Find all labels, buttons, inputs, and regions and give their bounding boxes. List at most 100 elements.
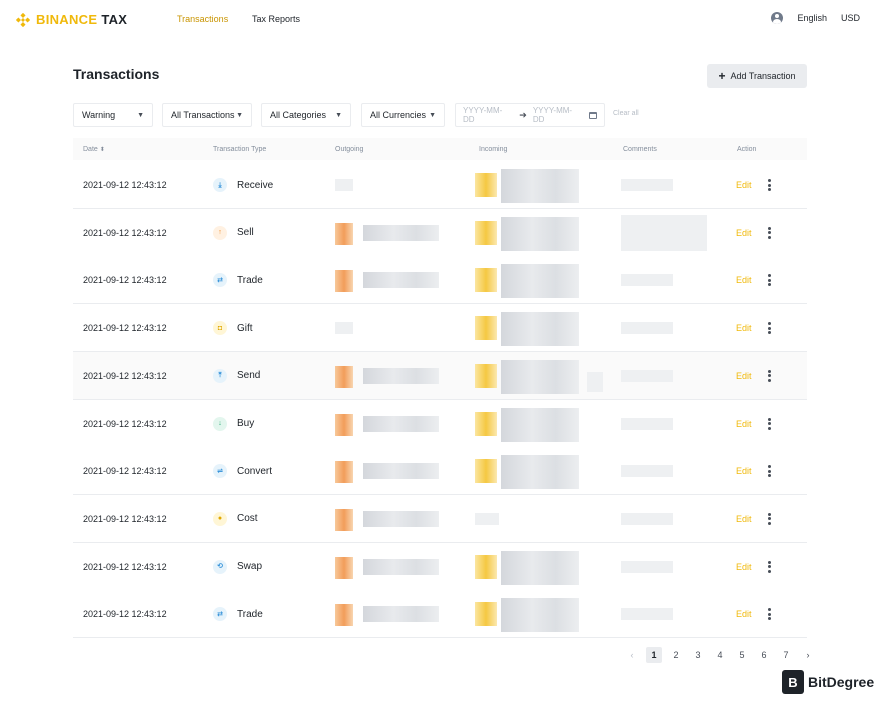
date-from-input[interactable]: YYYY-MM-DD — [463, 106, 513, 124]
more-options-icon[interactable] — [765, 273, 773, 287]
gift-icon: ◘ — [213, 321, 227, 336]
page-1-button[interactable]: 1 — [646, 647, 662, 663]
page-4-button[interactable]: 4 — [712, 647, 728, 663]
brand-suffix: TAX — [101, 12, 128, 27]
user-account-icon[interactable] — [771, 12, 784, 24]
cost-icon: ● — [213, 511, 227, 526]
transaction-type-label: Gift — [237, 322, 253, 334]
buy-icon: ↓ — [213, 416, 227, 431]
extra-blurred — [587, 371, 603, 392]
comment-blurred — [621, 214, 707, 251]
more-options-icon[interactable] — [765, 512, 773, 526]
warning-filter-label: Warning — [82, 110, 116, 120]
sell-icon: ↑ — [213, 225, 227, 240]
table-row: 2021-09-12 12:43:12 ● Cost Edit — [73, 494, 807, 543]
edit-button[interactable]: Edit — [736, 419, 752, 429]
clear-all-link[interactable]: Clear all — [613, 110, 639, 117]
transactions-filter-label: All Transactions — [171, 110, 235, 120]
edit-button[interactable]: Edit — [736, 275, 752, 285]
transaction-date: 2021-09-12 12:43:12 — [83, 609, 167, 620]
categories-filter[interactable]: All Categories ▼ — [261, 103, 351, 127]
nav-tax-reports[interactable]: Tax Reports — [252, 14, 300, 24]
chevron-down-icon: ▼ — [236, 111, 243, 119]
transaction-type-label: Convert — [237, 465, 273, 477]
edit-button[interactable]: Edit — [736, 609, 752, 619]
page-title: Transactions — [73, 66, 160, 82]
more-options-icon[interactable] — [765, 607, 773, 621]
outgoing-coin-blurred — [335, 604, 353, 627]
page-2-button[interactable]: 2 — [668, 647, 684, 663]
table-row: 2021-09-12 12:43:12 ↑ Sell Edit — [73, 208, 807, 257]
bitdegree-watermark: B BitDegree — [782, 670, 874, 694]
transaction-type-label: Swap — [237, 561, 263, 573]
comment-blurred — [621, 179, 673, 191]
outgoing-amount-blurred — [363, 463, 439, 480]
page-7-button[interactable]: 7 — [778, 647, 794, 663]
nav-transactions[interactable]: Transactions — [177, 14, 228, 24]
more-options-icon[interactable] — [765, 464, 773, 478]
incoming-amount-blurred — [501, 407, 579, 442]
categories-filter-label: All Categories — [270, 110, 327, 120]
currency-selector[interactable]: USD — [841, 13, 860, 23]
outgoing-coin-blurred — [335, 222, 353, 245]
outgoing-coin-blurred — [335, 461, 353, 484]
edit-button[interactable]: Edit — [736, 466, 752, 476]
more-options-icon[interactable] — [765, 369, 773, 383]
outgoing-amount-blurred — [363, 510, 439, 527]
plus-icon: + — [718, 69, 726, 83]
transaction-date: 2021-09-12 12:43:12 — [83, 513, 167, 524]
warning-filter[interactable]: Warning ▼ — [73, 103, 153, 127]
add-transaction-button[interactable]: + Add Transaction — [707, 64, 807, 88]
incoming-coin-blurred — [475, 602, 497, 627]
outgoing-amount-blurred — [363, 558, 439, 575]
more-options-icon[interactable] — [765, 226, 773, 240]
receive-icon: ⤓ — [213, 178, 227, 192]
incoming-amount-blurred — [501, 455, 579, 490]
currencies-filter[interactable]: All Currencies ▼ — [361, 103, 445, 127]
edit-button[interactable]: Edit — [736, 562, 752, 572]
date-to-input[interactable]: YYYY-MM-DD — [533, 106, 583, 124]
more-options-icon[interactable] — [765, 417, 773, 431]
more-options-icon[interactable] — [765, 321, 773, 335]
more-options-icon[interactable] — [765, 560, 773, 574]
transaction-date: 2021-09-12 12:43:12 — [83, 180, 167, 190]
bitdegree-logo-icon: B — [782, 670, 804, 694]
incoming-amount-blurred — [501, 598, 579, 633]
column-date[interactable]: Date ⬍ — [83, 146, 105, 153]
edit-button[interactable]: Edit — [736, 514, 752, 524]
incoming-amount-blurred — [501, 216, 579, 251]
edit-button[interactable]: Edit — [736, 371, 752, 381]
incoming-coin-blurred — [475, 554, 497, 579]
brand-name: BINANCE TAX — [36, 12, 128, 27]
arrow-right-icon: ➔ — [519, 109, 527, 120]
transaction-type-label: Send — [237, 370, 261, 382]
column-comments: Comments — [623, 146, 657, 153]
edit-button[interactable]: Edit — [736, 323, 752, 333]
comment-blurred — [621, 608, 673, 621]
incoming-coin-blurred — [475, 268, 497, 293]
incoming-amount-blurred — [501, 169, 579, 203]
binance-logo-icon — [16, 12, 30, 27]
outgoing-amount-blurred — [363, 415, 439, 432]
sort-icon[interactable]: ⬍ — [100, 147, 105, 153]
prev-page-button[interactable]: ‹ — [624, 647, 640, 663]
table-row: 2021-09-12 12:43:12 ↓ Buy Edit — [73, 399, 807, 448]
calendar-icon[interactable] — [589, 111, 598, 119]
table-row: 2021-09-12 12:43:12 ⟲ Swap Edit — [73, 542, 807, 591]
transaction-date: 2021-09-12 12:43:12 — [83, 466, 167, 477]
page-5-button[interactable]: 5 — [734, 647, 750, 663]
page-6-button[interactable]: 6 — [756, 647, 772, 663]
edit-button[interactable]: Edit — [736, 228, 752, 238]
language-selector[interactable]: English — [797, 13, 827, 23]
edit-button[interactable]: Edit — [736, 180, 752, 190]
top-bar: BINANCE TAX Transactions Tax Reports Engl… — [0, 0, 880, 40]
more-options-icon[interactable] — [765, 178, 773, 192]
transactions-filter[interactable]: All Transactions ▼ — [162, 103, 252, 127]
date-range-picker[interactable]: YYYY-MM-DD ➔ YYYY-MM-DD — [455, 103, 605, 127]
transaction-type-label: Buy — [237, 418, 255, 429]
outgoing-empty-blurred — [335, 322, 353, 335]
incoming-coin-blurred — [475, 173, 497, 197]
page-3-button[interactable]: 3 — [690, 647, 706, 663]
brand-logo[interactable]: BINANCE TAX — [16, 12, 127, 27]
next-page-button[interactable]: › — [800, 647, 816, 663]
